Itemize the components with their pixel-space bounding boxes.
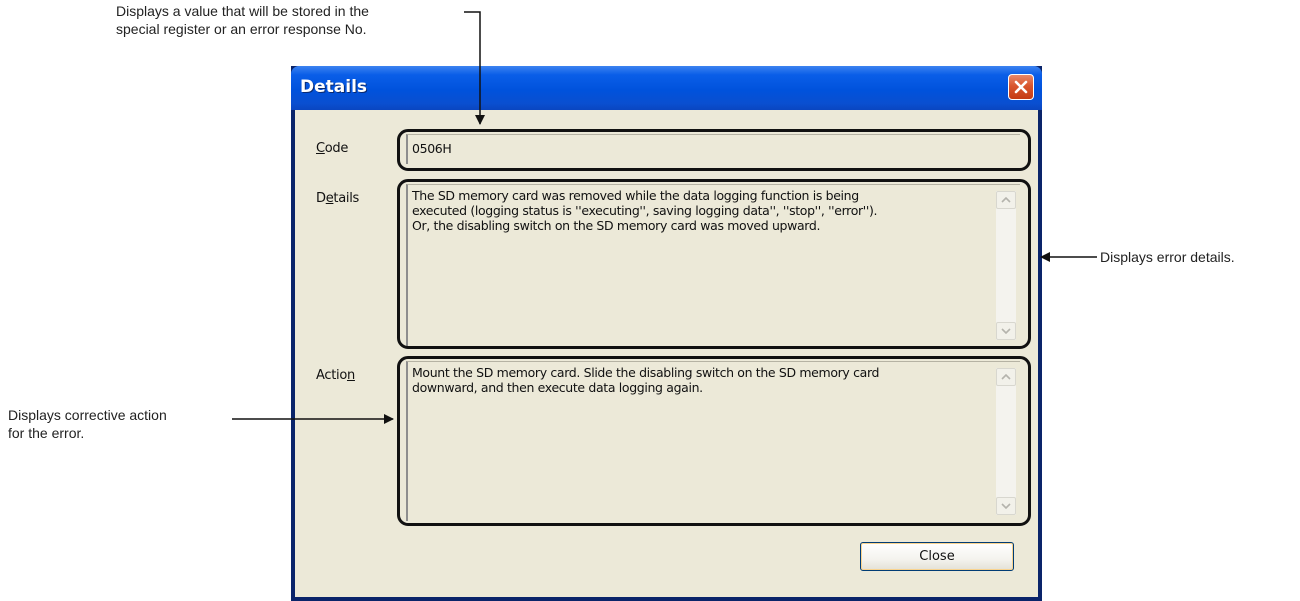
arrow-top (464, 11, 485, 125)
leader-lines (232, 11, 1097, 424)
